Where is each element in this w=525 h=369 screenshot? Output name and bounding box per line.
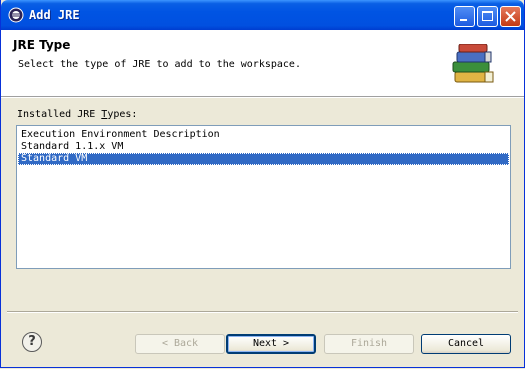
jre-types-list[interactable]: Execution Environment Description Standa… [16, 125, 511, 269]
page-description: Select the type of JRE to add to the wor… [18, 59, 301, 70]
eclipse-icon [8, 7, 24, 23]
header-divider [1, 97, 524, 98]
maximize-icon [482, 11, 493, 21]
page-title: JRE Type [13, 38, 71, 52]
help-icon[interactable]: ? [22, 332, 42, 352]
wizard-header: JRE Type Select the type of JRE to add t… [1, 30, 524, 97]
next-button[interactable]: Next > [226, 334, 316, 354]
window-title: Add JRE [29, 8, 80, 22]
minimize-button[interactable] [454, 6, 475, 27]
minimize-icon [460, 19, 467, 21]
list-item-execution-environment[interactable]: Execution Environment Description [18, 129, 509, 141]
close-button[interactable] [500, 6, 521, 27]
list-item-standard-1-1-x-vm[interactable]: Standard 1.1.x VM [18, 141, 509, 153]
button-bar-divider [7, 311, 518, 313]
list-item-standard-vm[interactable]: Standard VM [18, 153, 509, 165]
finish-button[interactable]: Finish [324, 334, 414, 354]
back-button[interactable]: < Back [135, 334, 225, 354]
maximize-button[interactable] [477, 6, 498, 27]
books-icon [452, 44, 494, 83]
close-icon [505, 11, 516, 22]
cancel-button[interactable]: Cancel [421, 334, 511, 354]
add-jre-dialog: Add JRE JRE Type Select the type of JRE … [0, 0, 525, 368]
title-bar[interactable]: Add JRE [1, 0, 524, 30]
installed-jre-types-label: Installed JRE Types: [17, 109, 138, 120]
